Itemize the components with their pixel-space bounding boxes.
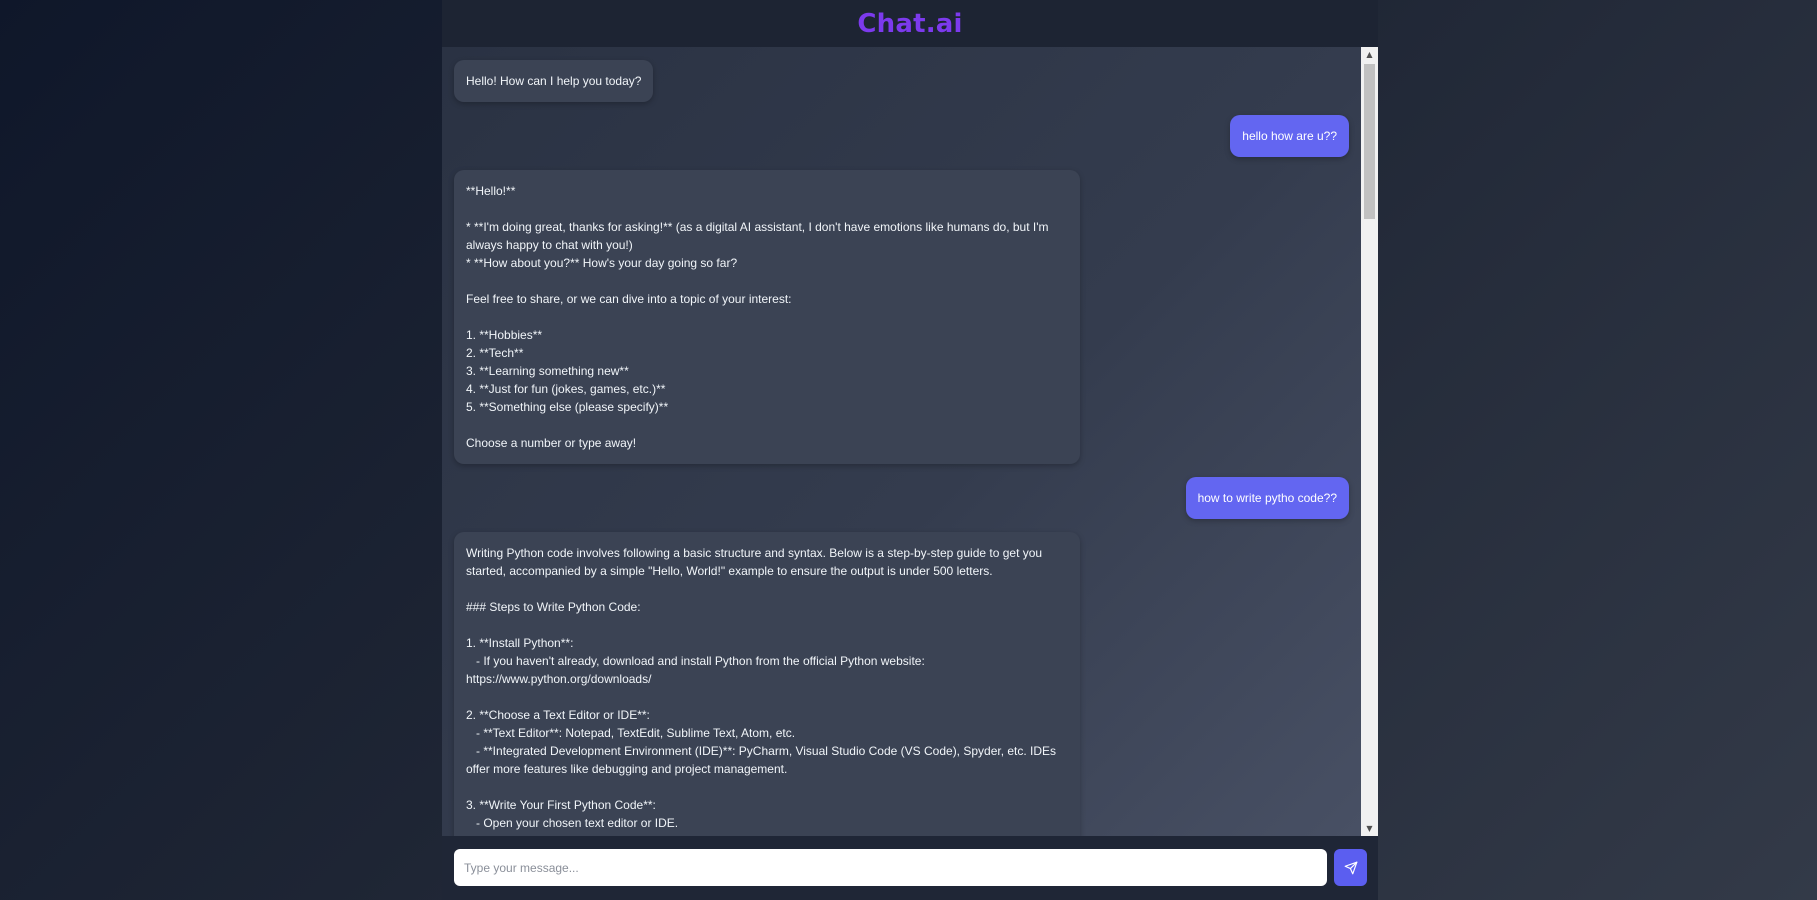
chat-app: Chat.ai Hello! How can I help you today?…	[442, 0, 1378, 900]
message-row-bot: Hello! How can I help you today?	[454, 60, 1349, 102]
message-row-user: how to write pytho code??	[454, 477, 1349, 519]
message-row-user: hello how are u??	[454, 115, 1349, 157]
bot-message: Writing Python code involves following a…	[454, 532, 1080, 836]
bot-message: **Hello!** * **I'm doing great, thanks f…	[454, 170, 1080, 464]
scroll-thumb[interactable]	[1364, 64, 1375, 219]
scroll-up-arrow-icon[interactable]: ▲	[1361, 47, 1378, 62]
send-icon	[1344, 861, 1357, 874]
app-title: Chat.ai	[857, 8, 963, 39]
message-input[interactable]	[454, 849, 1327, 886]
bot-message: Hello! How can I help you today?	[454, 60, 654, 102]
message-input-bar	[442, 836, 1378, 900]
message-list: Hello! How can I help you today? hello h…	[442, 47, 1361, 836]
header: Chat.ai	[442, 0, 1378, 48]
chat-scrollbar[interactable]: ▲ ▼	[1361, 47, 1378, 836]
user-message: how to write pytho code??	[1185, 477, 1349, 519]
message-row-bot: **Hello!** * **I'm doing great, thanks f…	[454, 170, 1349, 464]
chat-messages-area[interactable]: Hello! How can I help you today? hello h…	[442, 47, 1361, 836]
message-row-bot: Writing Python code involves following a…	[454, 532, 1349, 836]
send-button[interactable]	[1334, 849, 1367, 886]
scroll-down-arrow-icon[interactable]: ▼	[1361, 821, 1378, 836]
user-message: hello how are u??	[1230, 115, 1349, 157]
